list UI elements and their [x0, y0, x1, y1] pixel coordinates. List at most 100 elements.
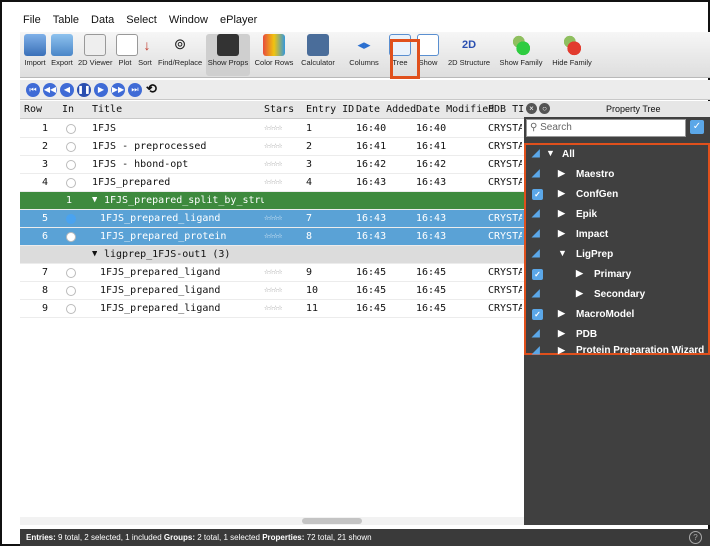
partial-check-icon[interactable]: ◢ [532, 168, 542, 179]
tree-node-all[interactable]: ◢ ▼ All [526, 145, 708, 165]
tree-node-epik[interactable]: ◢ ▶ Epik [526, 205, 708, 225]
collapsed-icon[interactable]: ▶ [576, 288, 583, 299]
menu-data[interactable]: Data [90, 12, 115, 30]
collapsed-icon[interactable]: ▶ [558, 328, 565, 339]
plot-button[interactable]: Plot [116, 34, 138, 76]
include-radio[interactable] [66, 214, 76, 224]
color-rows-button[interactable]: Color Rows [254, 34, 294, 76]
group-row[interactable]: 1 ▼ 1FJS_prepared_split_by_stru… [20, 192, 524, 210]
tree-node-pdb[interactable]: ◢ ▶ PDB [526, 325, 708, 345]
menu-select[interactable]: Select [125, 12, 158, 30]
scrollbar-thumb[interactable] [302, 518, 362, 524]
search-input[interactable]: ⚲ Search [526, 119, 686, 137]
row-stars[interactable]: ☆☆☆☆ [264, 213, 282, 223]
row-stars[interactable]: ☆☆☆☆ [264, 285, 282, 295]
close-icon[interactable]: × [526, 103, 537, 114]
show-family-button[interactable]: Show Family [498, 34, 544, 76]
previous-icon[interactable]: ◀ [60, 83, 74, 97]
include-radio[interactable] [66, 232, 76, 242]
loop-icon[interactable]: ⟲ [146, 81, 157, 97]
include-radio[interactable] [66, 160, 76, 170]
row-stars[interactable]: ☆☆☆☆ [264, 303, 282, 313]
pause-icon[interactable]: ❚❚ [77, 83, 91, 97]
collapsed-icon[interactable]: ▶ [558, 345, 565, 356]
table-row[interactable]: 1 1FJS ☆☆☆☆ 1 16:40 16:40 CRYSTAL [20, 120, 524, 138]
find-replace-button[interactable]: ⊚ Find/Replace [158, 34, 202, 76]
collapsed-icon[interactable]: ▶ [558, 188, 565, 199]
rewind-icon[interactable]: ◀◀ [43, 83, 57, 97]
next-icon[interactable]: ▶ [94, 83, 108, 97]
partial-check-icon[interactable]: ◢ [532, 288, 542, 299]
help-icon[interactable]: ? [689, 531, 702, 544]
show-props-button[interactable]: Show Props [206, 34, 250, 76]
export-button[interactable]: Export [50, 34, 74, 76]
include-radio[interactable] [66, 178, 76, 188]
check-all-button[interactable]: ✓ [690, 120, 704, 134]
fast-forward-icon[interactable]: ▶▶ [111, 83, 125, 97]
table-row[interactable]: 3 1FJS - hbond-opt ☆☆☆☆ 3 16:42 16:42 CR… [20, 156, 524, 174]
import-button[interactable]: Import [24, 34, 46, 76]
collapsed-icon[interactable]: ▶ [558, 208, 565, 219]
calculator-button[interactable]: Calculator [298, 34, 338, 76]
col-title[interactable]: Title [92, 104, 122, 115]
hide-family-button[interactable]: Hide Family [550, 34, 594, 76]
menu-window[interactable]: Window [168, 12, 209, 30]
table-row[interactable]: 5 1FJS_prepared_ligand ☆☆☆☆ 7 16:43 16:4… [20, 210, 524, 228]
columns-button[interactable]: ◂▸ Columns [346, 34, 382, 76]
include-radio[interactable] [66, 286, 76, 296]
col-entry-id[interactable]: Entry ID [306, 104, 354, 115]
partial-check-icon[interactable]: ◢ [532, 228, 542, 239]
table-row[interactable]: 7 1FJS_prepared_ligand ☆☆☆☆ 9 16:45 16:4… [20, 264, 524, 282]
table-row[interactable]: 8 1FJS_prepared_ligand ☆☆☆☆ 10 16:45 16:… [20, 282, 524, 300]
col-pdb-title[interactable]: PDB TITL [488, 104, 524, 115]
include-radio[interactable] [66, 268, 76, 278]
table-row[interactable]: 6 1FJS_prepared_protein ☆☆☆☆ 8 16:43 16:… [20, 228, 524, 246]
include-radio[interactable] [66, 142, 76, 152]
row-stars[interactable]: ☆☆☆☆ [264, 159, 282, 169]
menu-eplayer[interactable]: ePlayer [219, 12, 258, 30]
table-row[interactable]: 9 1FJS_prepared_ligand ☆☆☆☆ 11 16:45 16:… [20, 300, 524, 318]
partial-check-icon[interactable]: ◢ [532, 248, 542, 259]
expanded-icon[interactable]: ▼ [558, 248, 567, 258]
include-radio[interactable] [66, 304, 76, 314]
checkbox-checked-icon[interactable]: ✓ [532, 269, 543, 280]
group-row[interactable]: ▼ ligprep_1FJS-out1 (3) [20, 246, 524, 264]
first-icon[interactable]: ⏮ [26, 83, 40, 97]
collapsed-icon[interactable]: ▶ [558, 168, 565, 179]
menu-file[interactable]: File [22, 12, 42, 30]
table-row[interactable]: 4 1FJS_prepared ☆☆☆☆ 4 16:43 16:43 CRYST… [20, 174, 524, 192]
row-stars[interactable]: ☆☆☆☆ [264, 267, 282, 277]
collapsed-icon[interactable]: ▶ [558, 308, 565, 319]
expand-triangle-icon[interactable]: ▼ [92, 195, 97, 205]
last-icon[interactable]: ⏭ [128, 83, 142, 97]
row-stars[interactable]: ☆☆☆☆ [264, 231, 282, 241]
collapsed-icon[interactable]: ▶ [558, 228, 565, 239]
expand-triangle-icon[interactable]: ▼ [92, 249, 97, 259]
2d-viewer-button[interactable]: 2D Viewer [78, 34, 112, 76]
col-row[interactable]: Row [24, 104, 42, 115]
float-icon[interactable]: ○ [539, 103, 550, 114]
partial-check-icon[interactable]: ◢ [532, 345, 542, 356]
partial-check-icon[interactable]: ◢ [532, 148, 542, 159]
tree-node-primary[interactable]: ✓ ▶ Primary [526, 265, 708, 285]
menu-table[interactable]: Table [52, 12, 80, 30]
row-stars[interactable]: ☆☆☆☆ [264, 141, 282, 151]
col-date-added[interactable]: Date Added [356, 104, 416, 115]
col-stars[interactable]: Stars [264, 104, 294, 115]
table-row[interactable]: 2 1FJS - preprocessed ☆☆☆☆ 2 16:41 16:41… [20, 138, 524, 156]
row-stars[interactable]: ☆☆☆☆ [264, 177, 282, 187]
partial-check-icon[interactable]: ◢ [532, 328, 542, 339]
collapsed-icon[interactable]: ▶ [576, 268, 583, 279]
tree-node-protein-preparation-wizard[interactable]: ◢ ▶ Protein Preparation Wizard [526, 343, 708, 359]
tree-node-macromodel[interactable]: ✓ ▶ MacroModel [526, 305, 708, 325]
row-stars[interactable]: ☆☆☆☆ [264, 123, 282, 133]
tree-node-secondary[interactable]: ◢ ▶ Secondary [526, 285, 708, 305]
tree-node-maestro[interactable]: ◢ ▶ Maestro [526, 165, 708, 185]
expanded-icon[interactable]: ▼ [546, 148, 555, 158]
2d-structure-button[interactable]: 2D 2D Structure [444, 34, 494, 76]
sort-button[interactable]: ↓ Sort [136, 34, 154, 76]
tree-node-impact[interactable]: ◢ ▶ Impact [526, 225, 708, 245]
checkbox-checked-icon[interactable]: ✓ [532, 309, 543, 320]
tree-node-confgen[interactable]: ✓ ▶ ConfGen [526, 185, 708, 205]
col-in[interactable]: In [62, 104, 74, 115]
